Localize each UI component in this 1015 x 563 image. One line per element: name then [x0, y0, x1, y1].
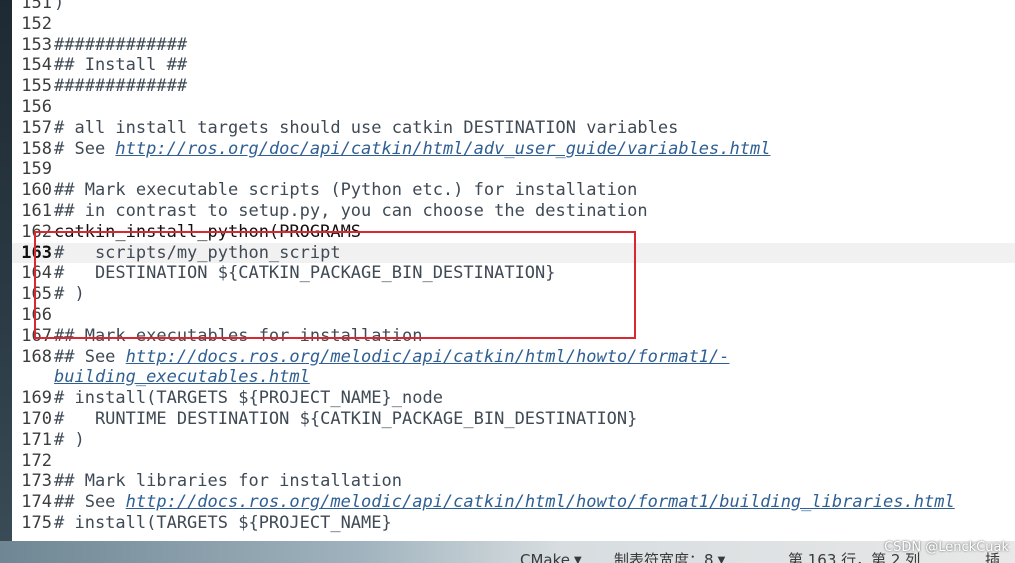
line-text: # DESTINATION ${CATKIN_PACKAGE_BIN_DESTI…: [54, 263, 556, 284]
line-text: # See http://ros.org/doc/api/catkin/html…: [54, 139, 1015, 160]
line-number: 171: [21, 429, 52, 450]
tab-width-label: 制表符宽度：: [614, 551, 705, 563]
line-text: building_executables.html: [54, 367, 1015, 388]
line-text: ## See http://docs.ros.org/melodic/api/c…: [54, 347, 1015, 368]
line-number: 163: [21, 242, 52, 263]
line-text: # install(TARGETS ${PROJECT_NAME}: [54, 512, 392, 533]
code-line[interactable]: 165 # ): [12, 284, 1015, 305]
watermark: CSDN @LenckCuak: [884, 540, 1009, 555]
status-bar: CMake ▼ 制表符宽度：8 ▼ 第 163 行，第 2 列 插: [0, 541, 1015, 563]
line-text: ## in contrast to setup.py, you can choo…: [54, 200, 648, 221]
code-line[interactable]: 163 # scripts/my_python_script: [12, 242, 1015, 264]
code-line[interactable]: 161 ## in contrast to setup.py, you can c…: [12, 201, 1015, 222]
line-number: 161: [21, 200, 52, 221]
line-text: ## Mark libraries for installation: [54, 471, 402, 492]
comment-prefix: ## See: [54, 346, 126, 367]
code-line[interactable]: 167 ## Mark executables for installation: [12, 326, 1015, 347]
code-line[interactable]: 170 # RUNTIME DESTINATION ${CATKIN_PACKAG…: [12, 409, 1015, 430]
text-editor-window: 151) 152 153 ############# 154 ## Install ## 1…: [0, 0, 1015, 563]
code-line[interactable]: 154 ## Install ##: [12, 55, 1015, 76]
chevron-down-icon: ▼: [574, 554, 582, 563]
line-number: 156: [21, 96, 52, 117]
left-panel-strip: [0, 0, 12, 563]
url-link[interactable]: http://docs.ros.org/melodic/api/catkin/h…: [126, 492, 955, 512]
code-line[interactable]: building_executables.html: [12, 367, 1015, 388]
line-text: # scripts/my_python_script: [54, 242, 341, 263]
code-line[interactable]: 160 ## Mark executable scripts (Python et…: [12, 180, 1015, 201]
code-line[interactable]: 169 # install(TARGETS ${PROJECT_NAME}_nod…: [12, 388, 1015, 409]
code-line[interactable]: 158 # See http://ros.org/doc/api/catkin/h…: [12, 139, 1015, 160]
line-number: 162: [21, 221, 52, 242]
code-line[interactable]: 157 # all install targets should use catk…: [12, 118, 1015, 139]
line-text: ## Mark executables for installation: [54, 325, 423, 346]
url-link[interactable]: building_executables.html: [54, 367, 310, 387]
line-text: # RUNTIME DESTINATION ${CATKIN_PACKAGE_B…: [54, 408, 638, 429]
line-text: catkin_install_python(PROGRAMS: [54, 221, 362, 242]
code-line[interactable]: 171 # ): [12, 430, 1015, 451]
line-number: 154: [21, 55, 52, 76]
code-line[interactable]: 162 catkin_install_python(PROGRAMS: [12, 222, 1015, 243]
url-link[interactable]: http://docs.ros.org/melodic/api/catkin/h…: [126, 347, 730, 367]
language-selector[interactable]: CMake ▼: [520, 551, 582, 563]
line-number: 175: [21, 512, 52, 533]
code-line[interactable]: 155 #############: [12, 76, 1015, 97]
line-number: 153: [21, 34, 52, 55]
line-number: 170: [21, 408, 52, 429]
code-line[interactable]: 174 ## See http://docs.ros.org/melodic/ap…: [12, 492, 1015, 513]
line-text: #############: [54, 76, 188, 97]
line-text: ## Install ##: [54, 55, 188, 76]
line-text: ## Mark executable scripts (Python etc.)…: [54, 180, 638, 201]
code-editor[interactable]: 151) 152 153 ############# 154 ## Install ## 1…: [12, 0, 1015, 545]
line-text: # all install targets should use catkin …: [54, 117, 679, 138]
line-number: 164: [21, 263, 52, 284]
line-number: 159: [21, 159, 52, 180]
line-number: 160: [21, 180, 52, 201]
code-line[interactable]: 156: [12, 97, 1015, 118]
code-line[interactable]: 164 # DESTINATION ${CATKIN_PACKAGE_BIN_DE…: [12, 263, 1015, 284]
code-line[interactable]: 153 #############: [12, 35, 1015, 56]
line-number: 165: [21, 284, 52, 305]
code-line[interactable]: 173 ## Mark libraries for installation: [12, 471, 1015, 492]
line-number: 158: [21, 138, 52, 159]
line-text: ## See http://docs.ros.org/melodic/api/c…: [54, 492, 1015, 513]
tab-width-selector[interactable]: 制表符宽度：8 ▼: [614, 551, 725, 563]
line-number: 169: [21, 388, 52, 409]
line-number: 166: [21, 304, 52, 325]
line-number: 174: [21, 492, 52, 513]
code-line[interactable]: 151): [12, 0, 1015, 14]
line-number: 151: [21, 0, 52, 13]
line-number: 172: [21, 450, 52, 471]
line-text: #############: [54, 34, 188, 55]
line-number: 152: [21, 13, 52, 34]
line-number: 173: [21, 471, 52, 492]
code-line[interactable]: 172: [12, 451, 1015, 472]
line-text: ): [54, 0, 65, 13]
line-text: # ): [54, 284, 85, 305]
code-line[interactable]: 168 ## See http://docs.ros.org/melodic/ap…: [12, 347, 1015, 368]
line-text: # ): [54, 429, 85, 450]
chevron-down-icon: ▼: [717, 554, 726, 563]
line-text: # install(TARGETS ${PROJECT_NAME}_node: [54, 388, 443, 409]
code-line[interactable]: 152: [12, 14, 1015, 35]
line-number: 155: [21, 76, 52, 97]
line-number: 168: [21, 346, 52, 367]
line-number: 157: [21, 117, 52, 138]
code-line[interactable]: 166: [12, 305, 1015, 326]
tab-width-value: 8: [704, 551, 714, 563]
code-line[interactable]: 159: [12, 159, 1015, 180]
language-label: CMake: [520, 551, 570, 563]
line-number: 167: [21, 325, 52, 346]
url-link[interactable]: http://ros.org/doc/api/catkin/html/adv_u…: [115, 139, 770, 159]
code-lines[interactable]: 151) 152 153 ############# 154 ## Install ## 1…: [12, 0, 1015, 534]
comment-prefix: ## See: [54, 492, 126, 513]
comment-prefix: # See: [54, 138, 116, 159]
code-line[interactable]: 175 # install(TARGETS ${PROJECT_NAME}: [12, 513, 1015, 534]
